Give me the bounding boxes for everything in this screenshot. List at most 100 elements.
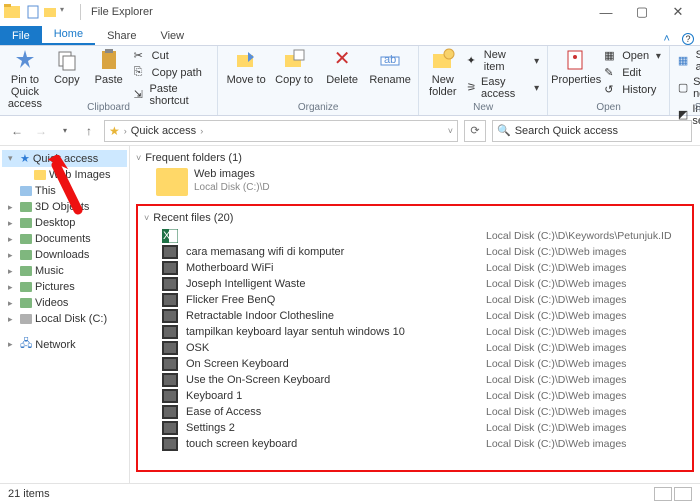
nav-up-button[interactable]: ↑: [80, 122, 98, 140]
recent-file-row[interactable]: Motherboard WiFiLocal Disk (C:)\D\Web im…: [144, 260, 686, 276]
address-path[interactable]: ★ › Quick access › ˅: [104, 120, 458, 142]
group-open: Properties ▦Open ▾ ✎Edit ↺History Open: [548, 46, 670, 115]
window-title: File Explorer: [91, 6, 153, 18]
tree-network[interactable]: ▸🖧Network: [2, 333, 127, 356]
recent-file-row[interactable]: Retractable Indoor ClotheslineLocal Disk…: [144, 308, 686, 324]
recent-file-row[interactable]: On Screen KeyboardLocal Disk (C:)\D\Web …: [144, 356, 686, 372]
recent-header[interactable]: ˅Recent files (20): [144, 212, 686, 224]
delete-button[interactable]: ✕Delete: [320, 48, 364, 86]
maximize-button[interactable]: ▢: [624, 0, 660, 24]
minimize-button[interactable]: —: [588, 0, 624, 24]
nav-tree: ▾★Quick access Web ImagesThis▸3D Objects…: [0, 146, 130, 486]
tab-home[interactable]: Home: [42, 24, 95, 45]
recent-file-row[interactable]: Keyboard 1Local Disk (C:)\D\Web images: [144, 388, 686, 404]
pin-quick-access-button[interactable]: Pin to Quick access: [6, 48, 44, 110]
move-to-button[interactable]: Move to: [224, 48, 268, 86]
tree-item[interactable]: ▸Documents: [2, 231, 127, 247]
tree-item[interactable]: ▸Local Disk (C:): [2, 311, 127, 327]
view-details-button[interactable]: [654, 487, 672, 501]
tab-view[interactable]: View: [148, 26, 196, 45]
recent-file-row[interactable]: tampilkan keyboard layar sentuh windows …: [144, 324, 686, 340]
edit-button[interactable]: ✎Edit: [602, 65, 663, 81]
new-item-button[interactable]: ✦New item ▾: [464, 48, 541, 74]
paste-button[interactable]: Paste: [90, 48, 128, 86]
file-icon: [162, 389, 178, 403]
path-dropdown-icon[interactable]: ˅: [448, 126, 453, 136]
file-icon: [162, 293, 178, 307]
qat-newfolder-icon[interactable]: [43, 5, 57, 19]
tree-item[interactable]: ▸Downloads: [2, 247, 127, 263]
tree-item[interactable]: This: [2, 183, 127, 199]
refresh-button[interactable]: ⟳: [464, 120, 486, 142]
file-icon: [162, 357, 178, 371]
tree-quick-access[interactable]: ▾★Quick access: [2, 150, 127, 167]
file-icon: X: [162, 229, 178, 243]
file-icon: [162, 341, 178, 355]
file-icon: [162, 245, 178, 259]
file-icon: [162, 405, 178, 419]
ribbon: Pin to Quick access Copy Paste ✂Cut ⎘Cop…: [0, 46, 700, 116]
search-input[interactable]: 🔍 Search Quick access: [492, 120, 692, 142]
copy-path-button[interactable]: ⎘Copy path: [132, 65, 211, 81]
tree-item[interactable]: ▸Music: [2, 263, 127, 279]
copy-to-button[interactable]: Copy to: [272, 48, 316, 86]
recent-file-row[interactable]: OSKLocal Disk (C:)\D\Web images: [144, 340, 686, 356]
tab-share[interactable]: Share: [95, 26, 148, 45]
recent-file-row[interactable]: touch screen keyboardLocal Disk (C:)\D\W…: [144, 436, 686, 452]
recent-file-row[interactable]: Use the On-Screen KeyboardLocal Disk (C:…: [144, 372, 686, 388]
rename-button[interactable]: abRename: [368, 48, 412, 86]
ribbon-help[interactable]: ˄ ?: [663, 33, 694, 45]
recent-file-row[interactable]: Joseph Intelligent WasteLocal Disk (C:)\…: [144, 276, 686, 292]
file-icon: [162, 421, 178, 435]
qat-properties-icon[interactable]: [26, 5, 40, 19]
recent-highlight: ˅Recent files (20) XLocal Disk (C:)\D\Ke…: [136, 204, 694, 472]
select-all-button[interactable]: ▦Select all: [676, 48, 700, 74]
app-icon: [4, 4, 20, 20]
recent-file-row[interactable]: XLocal Disk (C:)\D\Keywords\Petunjuk.ID: [144, 228, 686, 244]
new-folder-button[interactable]: New folder: [425, 48, 460, 98]
recent-file-row[interactable]: Flicker Free BenQLocal Disk (C:)\D\Web i…: [144, 292, 686, 308]
tree-item[interactable]: ▸Pictures: [2, 279, 127, 295]
status-item-count: 21 items: [8, 488, 50, 500]
easy-access-button[interactable]: ⚞Easy access ▾: [464, 75, 541, 101]
file-icon: [162, 373, 178, 387]
qat-dropdown-icon[interactable]: ▾: [60, 5, 74, 19]
nav-back-button[interactable]: ←: [8, 122, 26, 140]
main-area: ▾★Quick access Web ImagesThis▸3D Objects…: [0, 146, 700, 486]
file-icon: [162, 277, 178, 291]
history-button[interactable]: ↺History: [602, 82, 663, 98]
open-button[interactable]: ▦Open ▾: [602, 48, 663, 64]
copy-button[interactable]: Copy: [48, 48, 86, 86]
content-pane: ˅Frequent folders (1) Web imagesLocal Di…: [130, 146, 700, 486]
file-icon: [162, 437, 178, 451]
recent-file-row[interactable]: Ease of AccessLocal Disk (C:)\D\Web imag…: [144, 404, 686, 420]
path-segment[interactable]: Quick access: [131, 125, 196, 137]
frequent-item[interactable]: Web imagesLocal Disk (C:)\D: [136, 168, 694, 196]
recent-file-row[interactable]: Settings 2Local Disk (C:)\D\Web images: [144, 420, 686, 436]
close-button[interactable]: ✕: [660, 0, 696, 24]
tree-item[interactable]: ▸3D Objects: [2, 199, 127, 215]
properties-button[interactable]: Properties: [554, 48, 598, 86]
title-bar: ▾ File Explorer — ▢ ✕: [0, 0, 700, 24]
ribbon-tabs: File Home Share View ˄ ?: [0, 24, 700, 46]
frequent-header[interactable]: ˅Frequent folders (1): [136, 152, 694, 164]
tree-item[interactable]: Web Images: [2, 167, 127, 183]
group-clipboard: Pin to Quick access Copy Paste ✂Cut ⎘Cop…: [0, 46, 218, 115]
nav-recent-button[interactable]: ▾: [56, 122, 74, 140]
svg-text:ab: ab: [384, 54, 396, 66]
tree-item[interactable]: ▸Desktop: [2, 215, 127, 231]
file-icon: [162, 325, 178, 339]
recent-file-row[interactable]: cara memasang wifi di komputerLocal Disk…: [144, 244, 686, 260]
view-large-button[interactable]: [674, 487, 692, 501]
tree-item[interactable]: ▸Videos: [2, 295, 127, 311]
tab-file[interactable]: File: [0, 26, 42, 45]
group-organize: Move to Copy to ✕Delete abRename Organiz…: [218, 46, 419, 115]
select-none-button[interactable]: ▢Select none: [676, 75, 700, 101]
search-icon: 🔍: [497, 124, 511, 137]
file-icon: [162, 309, 178, 323]
group-new: New folder ✦New item ▾ ⚞Easy access ▾ Ne…: [419, 46, 548, 115]
status-bar: 21 items: [0, 483, 700, 503]
cut-button[interactable]: ✂Cut: [132, 48, 211, 64]
nav-forward-button[interactable]: →: [32, 122, 50, 140]
address-bar: ← → ▾ ↑ ★ › Quick access › ˅ ⟳ 🔍 Search …: [0, 116, 700, 146]
